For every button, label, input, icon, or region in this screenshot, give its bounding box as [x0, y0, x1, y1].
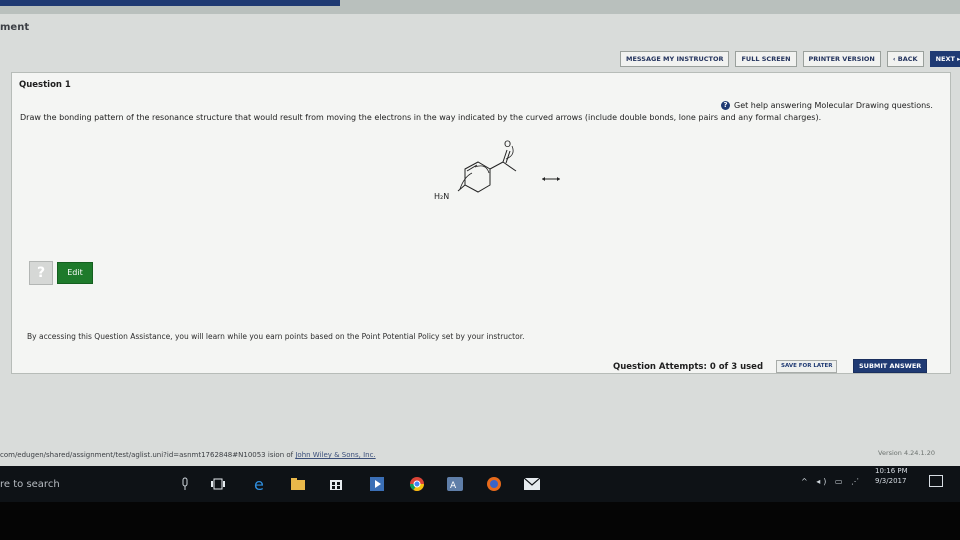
clock-time: 10:16 PM [875, 467, 908, 475]
edge-browser-icon[interactable]: e [253, 476, 269, 492]
save-for-later-button[interactable]: SAVE FOR LATER [776, 360, 838, 373]
system-tray-icons[interactable]: ^ ◂) ▭ ⋰ [801, 477, 862, 486]
printer-version-button[interactable]: PRINTER VERSION [802, 51, 881, 67]
assignment-toolbar: MESSAGE MY INSTRUCTOR FULL SCREEN PRINTE… [620, 51, 960, 67]
firefox-icon[interactable] [486, 476, 502, 492]
chain-bond-1 [489, 161, 504, 170]
edit-button[interactable]: Edit [57, 262, 93, 284]
svg-text:e: e [254, 476, 264, 492]
windows-taskbar: re to search e A ^ ◂) ▭ ⋰ 10:16 PM 9/3/2… [0, 466, 960, 502]
help-link-text[interactable]: Get help answering Molecular Drawing que… [734, 101, 933, 110]
store-icon[interactable] [328, 476, 344, 492]
next-button[interactable]: NEXT ▸ [929, 51, 960, 67]
screen-bezel [0, 502, 960, 540]
question-attempts: Question Attempts: 0 of 3 used [613, 362, 764, 372]
full-screen-button[interactable]: FULL SCREEN [735, 51, 797, 67]
molecule-diagram: H₂N O [434, 140, 560, 201]
page-title: ment [0, 22, 30, 33]
svg-text:A: A [450, 481, 457, 491]
help-icon: ? [721, 101, 730, 110]
status-url-text: com/edugen/shared/assignment/test/aglist… [0, 451, 266, 459]
question-panel: Question 1 ? Get help answering Molecula… [11, 72, 951, 374]
copyright-link[interactable]: John Wiley & Sons, Inc. [295, 451, 375, 459]
methyl-bond [502, 161, 517, 172]
question-title: Question 1 [19, 80, 71, 90]
browser-top-strip [0, 0, 960, 14]
help-link[interactable]: ? Get help answering Molecular Drawing q… [721, 101, 933, 110]
resonance-arrow-head-left [542, 177, 545, 181]
resonance-arrow-head-right [557, 177, 560, 181]
oxygen-label: O [504, 140, 511, 150]
media-player-icon[interactable] [369, 476, 385, 492]
taskbar-clock[interactable]: 10:16 PM 9/3/2017 [875, 466, 908, 486]
message-instructor-button[interactable]: MESSAGE MY INSTRUCTOR [620, 51, 730, 67]
mail-icon[interactable] [524, 476, 540, 492]
ring-double-bond [466, 164, 478, 172]
submit-answer-button[interactable]: SUBMIT ANSWER [853, 359, 928, 373]
amine-label: H₂N [434, 192, 449, 201]
app-icon[interactable]: A [447, 476, 463, 492]
version-label: Version 4.24.1.20 [878, 449, 935, 457]
curved-arrow-1 [459, 172, 473, 190]
microphone-icon[interactable] [177, 476, 193, 492]
clock-date: 9/3/2017 [875, 477, 907, 485]
chrome-icon[interactable] [409, 476, 425, 492]
carbonyl-bond [502, 149, 508, 163]
task-view-icon[interactable] [210, 476, 226, 492]
file-explorer-icon[interactable] [290, 476, 306, 492]
notification-icon[interactable] [929, 475, 943, 487]
assistance-notice: By accessing this Question Assistance, y… [27, 332, 525, 341]
taskbar-search[interactable]: re to search [0, 479, 60, 490]
back-button[interactable]: ‹ BACK [886, 51, 924, 67]
edit-tool: ? Edit [29, 261, 93, 285]
site-nav-bar [0, 0, 340, 6]
copyright-prefix: ision of [267, 451, 294, 459]
question-prompt: Draw the bonding pattern of the resonanc… [20, 113, 822, 122]
question-mark-icon: ? [29, 261, 53, 285]
status-url: com/edugen/shared/assignment/test/aglist… [0, 451, 376, 459]
